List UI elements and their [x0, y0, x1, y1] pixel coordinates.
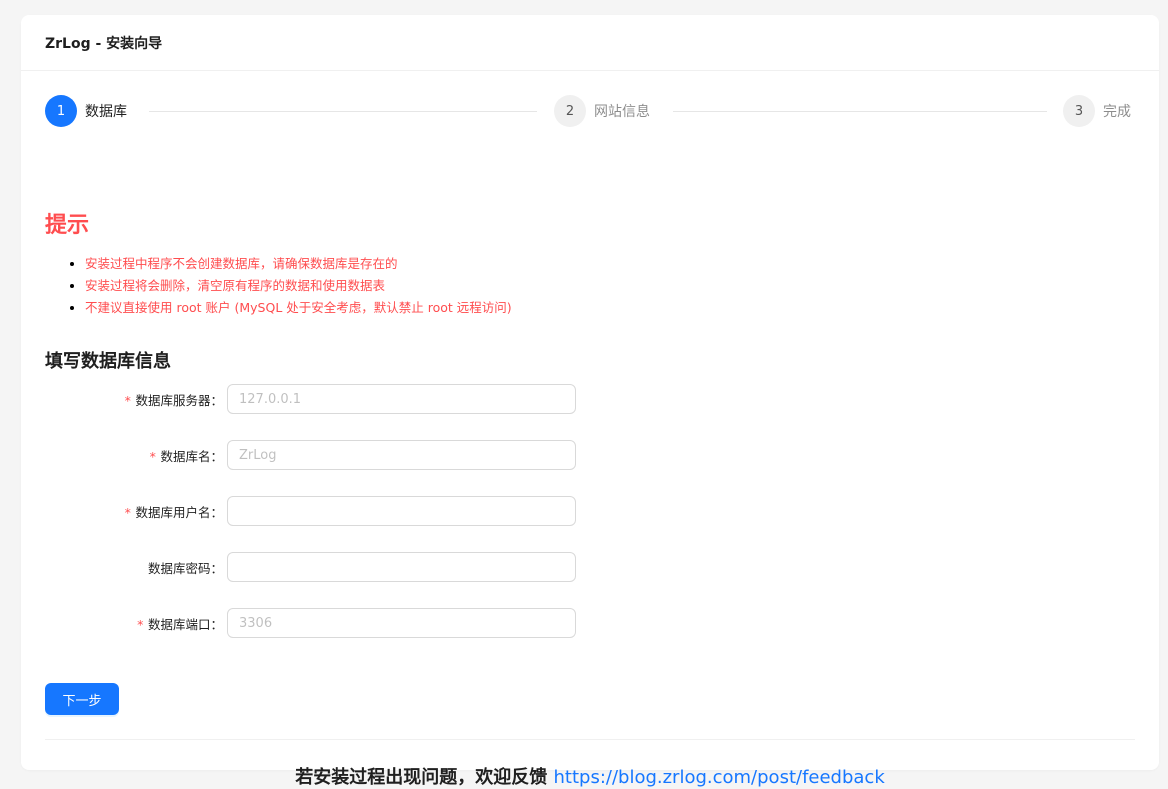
page-title: ZrLog - 安装向导	[45, 35, 163, 52]
step-label: 完成	[1103, 104, 1131, 120]
required-mark: *	[136, 616, 144, 632]
step-site-info: 2 网站信息	[554, 95, 650, 127]
required-mark: *	[123, 504, 132, 520]
form-row-db-password: 数据库密码：	[45, 551, 605, 583]
tip-item: 安装过程中程序不会创建数据库，请确保数据库是存在的	[85, 253, 512, 275]
label-colon: ：	[210, 616, 223, 632]
label-text: 数据库服务器	[135, 392, 211, 408]
db-port-input[interactable]	[227, 608, 576, 638]
feedback-footer: 若安装过程出现问题，欢迎反馈 https://blog.zrlog.com/po…	[21, 763, 1159, 789]
db-host-input[interactable]	[227, 384, 576, 414]
step-number: 2	[554, 95, 586, 127]
field-label: * 数据库服务器：	[45, 390, 223, 409]
form-row-db-user: * 数据库用户名：	[45, 495, 605, 527]
card-header: ZrLog - 安装向导	[21, 15, 1159, 71]
feedback-link[interactable]: https://blog.zrlog.com/post/feedback	[554, 767, 885, 788]
db-username-input[interactable]	[227, 496, 576, 526]
form-row-db-host: * 数据库服务器：	[45, 383, 605, 415]
label-colon: ：	[210, 392, 223, 408]
field-label: * 数据库名：	[45, 446, 223, 465]
step-connector	[149, 111, 537, 112]
step-connector	[673, 111, 1047, 112]
step-database: 1 数据库	[45, 95, 127, 127]
step-finish: 3 完成	[1063, 95, 1131, 127]
required-mark: *	[148, 448, 157, 464]
step-label: 数据库	[85, 104, 127, 120]
db-password-input[interactable]	[227, 552, 576, 582]
step-label: 网站信息	[594, 104, 650, 120]
label-text: 数据库端口	[147, 616, 211, 632]
label-colon: ：	[210, 560, 223, 576]
db-name-input[interactable]	[227, 440, 576, 470]
step-number: 1	[45, 95, 77, 127]
next-step-button[interactable]: 下一步	[45, 683, 119, 715]
tip-item: 安装过程将会删除，清空原有程序的数据和使用数据表	[85, 275, 512, 297]
field-label: * 数据库端口：	[45, 614, 223, 633]
tips-list: 安装过程中程序不会创建数据库，请确保数据库是存在的 安装过程将会删除，清空原有程…	[45, 253, 512, 319]
label-text: 数据库密码	[147, 560, 211, 576]
feedback-text: 若安装过程出现问题，欢迎反馈	[295, 767, 554, 788]
divider	[45, 739, 1135, 740]
required-mark: *	[123, 392, 132, 408]
form-row-db-port: * 数据库端口：	[45, 607, 605, 639]
field-label: 数据库密码：	[45, 558, 223, 577]
label-text: 数据库名	[160, 448, 211, 464]
field-label: * 数据库用户名：	[45, 502, 223, 521]
form-row-db-name: * 数据库名：	[45, 439, 605, 471]
install-card: ZrLog - 安装向导 1 数据库 2 网站信息 3 完成 提示 安装过程中程…	[21, 15, 1159, 788]
label-colon: ：	[210, 448, 223, 464]
tip-item: 不建议直接使用 root 账户 (MySQL 处于安全考虑，默认禁止 root …	[85, 297, 512, 319]
form-section-title: 填写数据库信息	[45, 351, 171, 372]
label-colon: ：	[210, 504, 223, 520]
step-number: 3	[1063, 95, 1095, 127]
tips-title: 提示	[45, 213, 90, 238]
steps: 1 数据库 2 网站信息 3 完成	[45, 95, 1135, 127]
label-text: 数据库用户名	[135, 504, 211, 520]
